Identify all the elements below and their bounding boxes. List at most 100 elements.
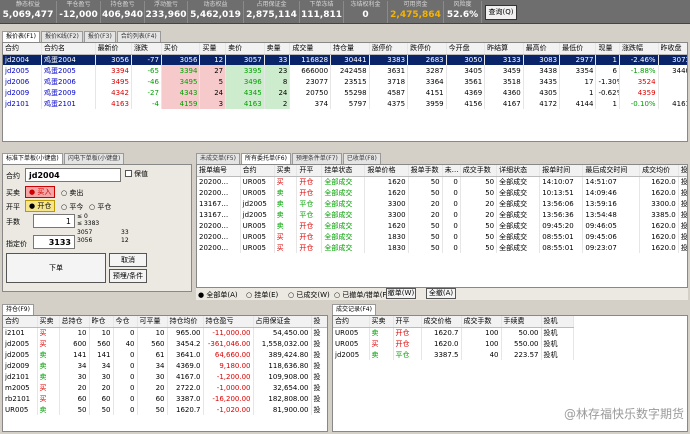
tab-received-orders[interactable]: 已收单(F8) [342,153,381,164]
orders-row[interactable]: 13167… jd2005 卖平仓 全部成交 3300 20 0 20 全部成交 13:56:36… [197,209,687,220]
positions-header-5[interactable]: 可平量 [137,316,168,328]
market-row[interactable]: jd2005 鸡蛋2005 3394 -65 3394 27 3395 23 666000 242… [3,65,687,76]
market-header-6[interactable]: 卖价 [225,43,265,55]
positions-row[interactable]: rb2101 买 60 60 0 60 3387.0 -16,200.00 182,808.00… [3,393,327,404]
positions-header-7[interactable]: 持仓盈亏 [203,316,254,328]
orders-header-10[interactable]: 报单时间 [539,165,584,177]
orders-row[interactable]: 20200… UR005 卖开仓 全部成交 1620 50 0 50 全部成交 09:45:20 0… [197,220,687,231]
orders-header-12[interactable]: 成交均价 [639,165,679,177]
positions-header-1[interactable]: 买卖 [37,316,60,328]
tab-quote[interactable]: 报价(F3) [83,31,116,42]
market-header-18[interactable]: 昨收盘 [658,43,687,55]
close-radio[interactable]: ○ 平仓 [89,202,111,212]
market-header-13[interactable]: 昨结算 [484,43,524,55]
tab-contract-list[interactable]: 合约列表(F4) [116,31,161,42]
orders-row[interactable]: 20200… UR005 买开仓 全部成交 1620 50 0 50 全部成交 14:10:07 1… [197,176,687,187]
trades-header-2[interactable]: 开平 [393,316,422,328]
market-header-0[interactable]: 合约 [3,43,43,55]
orders-header-4[interactable]: 挂单状态 [321,165,366,177]
trades-header-1[interactable]: 买卖 [369,316,394,328]
cancel-button[interactable]: 取消 [109,253,147,267]
market-header-5[interactable]: 买量 [199,43,227,55]
positions-header-9[interactable]: 投 [311,316,327,328]
positions-row[interactable]: m2005 买 20 20 0 20 2722.0 -1,000.00 32,654.00 投 [3,382,327,393]
hedge-checkbox[interactable] [125,170,132,177]
positions-header-2[interactable]: 总持仓 [59,316,90,328]
market-header-17[interactable]: 涨跌幅 [619,43,659,55]
sell-radio[interactable]: ○ 卖出 [61,188,83,198]
orders-header-13[interactable]: 投 [678,165,687,177]
positions-header-0[interactable]: 合约 [3,316,38,328]
tab-standard-order[interactable]: 标准下单板(小键盘) [2,153,63,164]
orders-row[interactable]: 20200… UR005 买开仓 全部成交 1830 50 0 50 全部成交 08:55:01 0… [197,231,687,242]
filter-pending-radio[interactable]: ○ 挂单(E) [246,290,278,300]
cancel-order-button[interactable]: 撤单(W) [386,288,416,299]
trades-row[interactable]: UR005 买开仓 1620.0 100 550.00 投机 [333,338,574,349]
trades-header-0[interactable]: 合约 [333,316,370,328]
trades-row[interactable]: jd2005 卖平仓 3387.5 40 223.57 投机 [333,349,574,360]
price-input[interactable]: 3133 [33,235,75,249]
market-header-2[interactable]: 最新价 [95,43,132,55]
market-row[interactable]: jd2101 鸡蛋2101 4163 -4 4159 3 4163 2 374 5797 4375 3… [3,98,687,109]
positions-header-3[interactable]: 昨仓 [89,316,114,328]
orders-header-7[interactable]: 未… [442,165,461,177]
tab-quote-table[interactable]: 报价表(F1) [2,31,40,42]
contract-input[interactable]: jd2004 [25,168,121,182]
positions-row[interactable]: jd2009 卖 34 34 0 34 4369.0 9,180.00 118,636.80 投 [3,360,327,371]
qty-input[interactable]: 1 [33,214,75,228]
tab-all-orders[interactable]: 所有委托单(F6) [240,153,291,164]
trades-row[interactable]: UR005 卖开仓 1620.7 100 50.00 投机 [333,327,574,338]
market-header-14[interactable]: 最高价 [523,43,561,55]
market-header-4[interactable]: 买价 [161,43,201,55]
orders-row[interactable]: 20200… UR005 买开仓 全部成交 1830 50 0 50 全部成交 08:55:01 0… [197,242,687,253]
query-button[interactable]: 查询(Q) [485,5,517,20]
market-header-10[interactable]: 涨停价 [369,43,409,55]
orders-header-8[interactable]: 成交手数 [460,165,498,177]
orders-header-3[interactable]: 开平 [296,165,323,177]
orders-header-11[interactable]: 最后成交时间 [582,165,641,177]
market-row[interactable]: jd2006 鸡蛋2006 3495 -46 3495 5 3496 8 23077 23515 3… [3,76,687,87]
trades-header-6[interactable]: 投机 [541,316,574,328]
positions-row[interactable]: jd2101 卖 30 30 0 30 4167.0 -1,200.00 109,908.00 投 [3,371,327,382]
orders-header-0[interactable]: 报单编号 [197,165,241,177]
filter-cancelled-radio[interactable]: ○ 已撤单/错单(F) [334,290,389,300]
tab-flash-order[interactable]: 闪电下单板(小键盘) [63,153,125,164]
market-row[interactable]: jd2009 鸡蛋2009 4342 -27 4343 24 4345 24 20750 5529… [3,87,687,98]
market-header-1[interactable]: 合约名 [41,43,96,55]
orders-header-6[interactable]: 报单手数 [408,165,443,177]
orders-header-5[interactable]: 报单价格 [364,165,409,177]
trades-header-5[interactable]: 手续费 [501,316,542,328]
filter-all-radio[interactable]: ● 全部单(A) [198,290,238,300]
orders-header-9[interactable]: 详细状态 [496,165,541,177]
orders-row[interactable]: 20200… UR005 卖开仓 全部成交 1620 50 0 50 全部成交 10:13:51 1… [197,187,687,198]
positions-row[interactable]: jd2005 卖 141 141 0 61 3641.0 64,660.00 389,424.8… [3,349,327,360]
orders-row[interactable]: 13167… jd2005 卖平仓 全部成交 3300 20 0 20 全部成交 13:56:06… [197,198,687,209]
positions-row[interactable]: i2101 买 10 10 0 10 965.00 -11,000.00 54,450.00 投 [3,327,327,338]
open-radio[interactable]: ● 开仓 [25,200,56,212]
market-header-12[interactable]: 今开盘 [446,43,486,55]
tab-quote-kline[interactable]: 报价K线(F2) [40,31,83,42]
positions-header-8[interactable]: 占用保证金 [253,316,312,328]
market-header-15[interactable]: 最低价 [559,43,597,55]
positions-row[interactable]: jd2005 买 600 560 40 560 3454.2 -361,046.00 1,558… [3,338,327,349]
submit-order-button[interactable]: 下单 [6,253,106,283]
tab-positions[interactable]: 持仓(F9) [2,304,34,315]
tab-conditional-orders[interactable]: 预埋条件单(F7) [291,153,342,164]
orders-header-2[interactable]: 买卖 [274,165,298,177]
trades-header-3[interactable]: 成交价格 [421,316,462,328]
market-header-9[interactable]: 持仓量 [330,43,370,55]
tab-unfilled-orders[interactable]: 未成交单(F5) [196,153,240,164]
positions-row[interactable]: UR005 卖 50 50 0 50 1620.7 -1,020.00 81,900.00 投 [3,404,327,415]
market-header-11[interactable]: 跌停价 [407,43,447,55]
orders-header-1[interactable]: 合约 [240,165,275,177]
market-header-8[interactable]: 成交量 [289,43,332,55]
market-header-7[interactable]: 卖量 [264,43,291,55]
market-row[interactable]: jd2004 鸡蛋2004 3056 -77 3056 12 3057 33 116828 304… [3,54,687,65]
market-header-3[interactable]: 涨跌 [131,43,162,55]
advanced-order-button[interactable]: 预埋/条件 [109,269,147,283]
cancel-all-button[interactable]: 全撤(A) [426,288,456,299]
positions-header-6[interactable]: 持仓均价 [167,316,204,328]
market-header-16[interactable]: 现量 [595,43,621,55]
close-today-radio[interactable]: ○ 平今 [61,202,83,212]
tab-trades[interactable]: 成交记录(F4) [332,304,376,315]
